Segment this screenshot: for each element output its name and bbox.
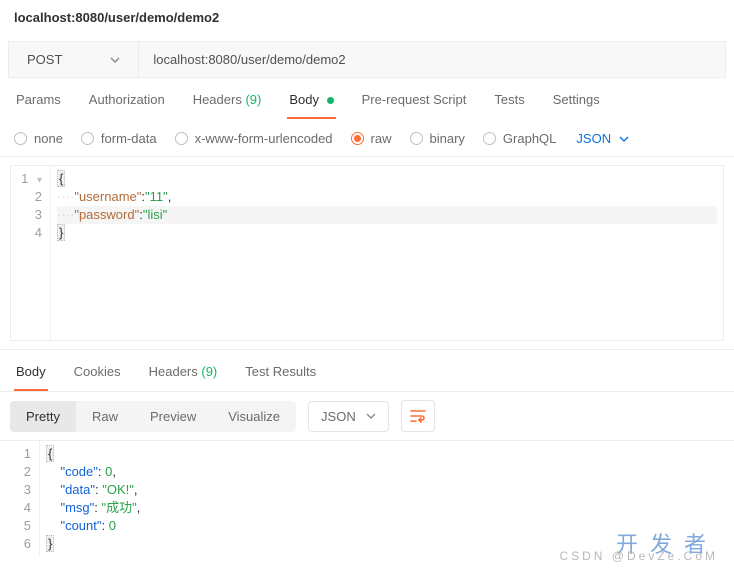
body-type-row: none form-data x-www-form-urlencoded raw… bbox=[0, 119, 734, 157]
body-type-binary[interactable]: binary bbox=[410, 131, 465, 146]
response-controls: Pretty Raw Preview Visualize JSON bbox=[0, 391, 734, 440]
response-tab-cookies[interactable]: Cookies bbox=[72, 364, 123, 391]
view-visualize-button[interactable]: Visualize bbox=[212, 401, 296, 432]
tab-body-label: Body bbox=[289, 92, 319, 107]
chevron-down-icon bbox=[366, 411, 376, 421]
body-type-xwww-label: x-www-form-urlencoded bbox=[195, 131, 333, 146]
colon: : bbox=[101, 518, 108, 533]
tab-body[interactable]: Body bbox=[287, 92, 335, 119]
response-tab-body[interactable]: Body bbox=[14, 364, 48, 391]
tab-settings[interactable]: Settings bbox=[551, 92, 602, 119]
tab-headers[interactable]: Headers (9) bbox=[191, 92, 264, 119]
json-val: "11" bbox=[145, 189, 168, 204]
view-raw-button[interactable]: Raw bbox=[76, 401, 134, 432]
tab-headers-count: (9) bbox=[245, 92, 261, 107]
editor-code[interactable]: { ····"username":"11", ····"password":"l… bbox=[51, 166, 723, 340]
response-tab-headers[interactable]: Headers (9) bbox=[147, 364, 220, 391]
body-type-none-label: none bbox=[34, 131, 63, 146]
http-method-label: POST bbox=[27, 52, 62, 67]
json-key: "msg" bbox=[60, 500, 94, 515]
body-type-graphql[interactable]: GraphQL bbox=[483, 131, 556, 146]
tab-pre-request[interactable]: Pre-request Script bbox=[360, 92, 469, 119]
body-type-graphql-label: GraphQL bbox=[503, 131, 556, 146]
request-url-input[interactable] bbox=[139, 42, 725, 77]
comma: , bbox=[168, 189, 172, 204]
body-type-binary-label: binary bbox=[430, 131, 465, 146]
body-type-form-data-label: form-data bbox=[101, 131, 157, 146]
body-type-raw-label: raw bbox=[371, 131, 392, 146]
ws: ···· bbox=[57, 207, 74, 222]
response-format-label: JSON bbox=[321, 409, 356, 424]
editor-gutter: 123456 bbox=[0, 441, 40, 557]
tab-tests[interactable]: Tests bbox=[492, 92, 526, 119]
json-val: "lisi" bbox=[143, 207, 167, 222]
ws: ···· bbox=[57, 189, 74, 204]
json-key: "username" bbox=[74, 189, 141, 204]
request-tabs: Params Authorization Headers (9) Body Pr… bbox=[0, 78, 734, 119]
wrap-icon bbox=[410, 409, 426, 423]
response-tabs: Body Cookies Headers (9) Test Results bbox=[0, 349, 734, 391]
tab-headers-label: Headers bbox=[193, 92, 242, 107]
wrap-lines-button[interactable] bbox=[401, 400, 435, 432]
request-body-editor[interactable]: 1 ▾234 { ····"username":"11", ····"passw… bbox=[10, 165, 724, 341]
json-key: "password" bbox=[74, 207, 139, 222]
brace: { bbox=[57, 170, 65, 187]
response-body-editor[interactable]: 123456 { "code": 0, "data": "OK!", "msg"… bbox=[0, 440, 734, 565]
radio-icon bbox=[351, 132, 364, 145]
request-tab-title: localhost:8080/user/demo/demo2 bbox=[0, 0, 734, 35]
brace: } bbox=[57, 224, 65, 241]
view-preview-button[interactable]: Preview bbox=[134, 401, 212, 432]
response-format-dropdown[interactable]: JSON bbox=[308, 401, 389, 432]
response-tab-headers-label: Headers bbox=[149, 364, 198, 379]
comma: , bbox=[137, 500, 141, 515]
json-key: "data" bbox=[60, 482, 95, 497]
json-key: "code" bbox=[60, 464, 97, 479]
body-format-label: JSON bbox=[576, 131, 611, 146]
json-val: "OK!" bbox=[102, 482, 134, 497]
view-pretty-button[interactable]: Pretty bbox=[10, 401, 76, 432]
tab-authorization[interactable]: Authorization bbox=[87, 92, 167, 119]
radio-icon bbox=[14, 132, 27, 145]
response-view-segment: Pretty Raw Preview Visualize bbox=[10, 401, 296, 432]
ws bbox=[46, 482, 60, 497]
comma: , bbox=[112, 464, 116, 479]
body-type-none[interactable]: none bbox=[14, 131, 63, 146]
response-tab-headers-count: (9) bbox=[201, 364, 217, 379]
body-type-form-data[interactable]: form-data bbox=[81, 131, 157, 146]
http-method-dropdown[interactable]: POST bbox=[9, 42, 139, 77]
body-format-dropdown[interactable]: JSON bbox=[576, 131, 629, 146]
chevron-down-icon bbox=[619, 134, 629, 144]
radio-icon bbox=[410, 132, 423, 145]
json-val: "成功" bbox=[101, 500, 136, 515]
radio-icon bbox=[483, 132, 496, 145]
radio-icon bbox=[81, 132, 94, 145]
brace: } bbox=[46, 535, 54, 552]
json-val: 0 bbox=[109, 518, 116, 533]
body-active-dot-icon bbox=[327, 97, 334, 104]
response-tab-test-results[interactable]: Test Results bbox=[243, 364, 318, 391]
chevron-down-icon bbox=[110, 55, 120, 65]
ws bbox=[46, 518, 60, 533]
editor-code[interactable]: { "code": 0, "data": "OK!", "msg": "成功",… bbox=[40, 441, 734, 557]
ws bbox=[46, 464, 60, 479]
editor-gutter: 1 ▾234 bbox=[11, 166, 51, 340]
tab-params[interactable]: Params bbox=[14, 92, 63, 119]
ws bbox=[46, 500, 60, 515]
body-type-xwww[interactable]: x-www-form-urlencoded bbox=[175, 131, 333, 146]
radio-icon bbox=[175, 132, 188, 145]
request-url-bar: POST bbox=[8, 41, 726, 78]
json-key: "count" bbox=[60, 518, 101, 533]
comma: , bbox=[134, 482, 138, 497]
body-type-raw[interactable]: raw bbox=[351, 131, 392, 146]
brace: { bbox=[46, 445, 54, 462]
